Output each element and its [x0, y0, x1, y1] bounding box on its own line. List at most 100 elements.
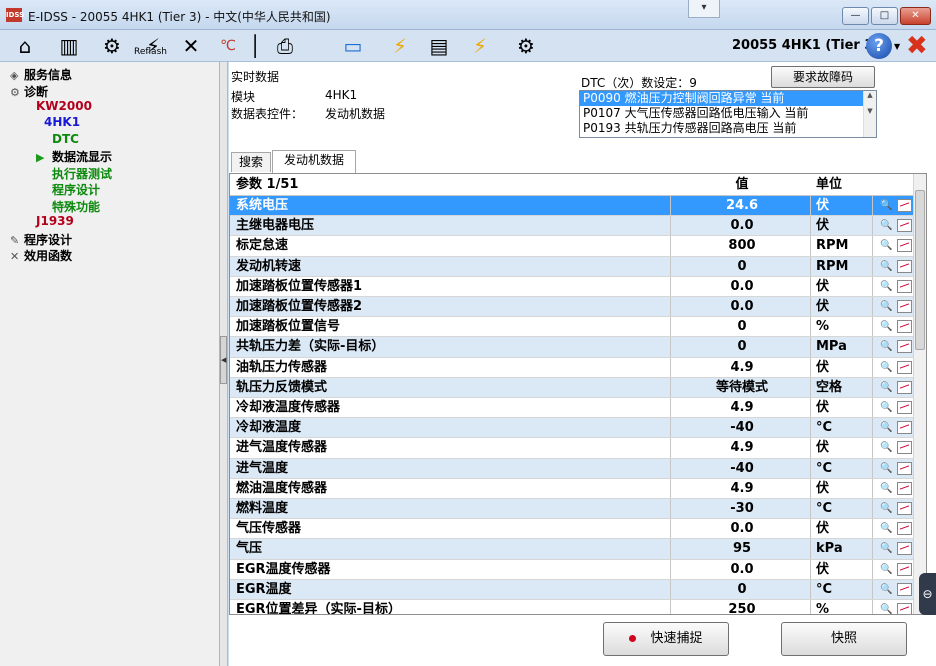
magnifier-icon[interactable]: 🔍	[880, 421, 892, 435]
magnifier-icon[interactable]: 🔍	[880, 462, 892, 476]
tab-engine-data[interactable]: 发动机数据	[272, 150, 356, 173]
column-header-parameter[interactable]: 参数 1/51	[236, 174, 670, 195]
tools-icon[interactable]: ✕	[174, 32, 208, 60]
table-row[interactable]: 加速踏板位置传感器2 0.0 伏 🔍	[230, 297, 914, 318]
tree-item-10[interactable]: ✎ 程序设计	[10, 231, 72, 248]
table-row[interactable]: 系统电压 24.6 伏 🔍	[230, 196, 914, 217]
dtc-item[interactable]: P0090 燃油压力控制阀回路异常 当前	[580, 91, 864, 106]
tree-item-11[interactable]: ✕ 效用函数	[10, 247, 72, 264]
graph-icon[interactable]	[897, 360, 912, 374]
tree-item-6[interactable]: 执行器测试	[52, 165, 112, 182]
graph-icon[interactable]	[897, 239, 912, 253]
graph-icon[interactable]	[897, 502, 912, 515]
table-scrollbar-thumb[interactable]	[915, 190, 925, 350]
table-row[interactable]: EGR温度 0 °C 🔍	[230, 579, 914, 600]
engine-icon-2[interactable]: ⚙	[508, 32, 544, 60]
graph-icon[interactable]	[897, 219, 912, 233]
bolt-icon[interactable]: ⚡	[378, 32, 422, 60]
tree-item-7[interactable]: 程序设计	[52, 181, 100, 198]
table-row[interactable]: EGR位置差异（实际-目标） 250% 🔍	[230, 600, 914, 614]
table-row[interactable]: 共轨压力差（实际-目标） 0 MPa 🔍	[230, 337, 914, 358]
dtc-item[interactable]: P0193 共轨压力传感器回路高电压 当前	[580, 121, 864, 136]
dtc-item[interactable]: P0107 大气压传感器回路低电压输入 当前	[580, 106, 864, 121]
maximize-button[interactable]: □	[871, 7, 898, 25]
column-header-unit[interactable]: 单位	[814, 174, 872, 195]
magnifier-icon[interactable]: 🔍	[880, 441, 892, 455]
graph-icon[interactable]	[897, 279, 912, 293]
graph-icon[interactable]	[897, 461, 912, 475]
graph-icon[interactable]	[897, 562, 912, 576]
device-icon[interactable]: ▤	[426, 32, 452, 60]
snapshot-button[interactable]: 快照	[781, 622, 907, 656]
column-header-value[interactable]: 值	[674, 174, 810, 195]
pin-icon[interactable]: │	[246, 32, 264, 60]
table-row[interactable]: 气压传感器 0.0 伏 🔍	[230, 519, 914, 540]
magnifier-icon[interactable]: 🔍	[880, 583, 892, 597]
table-row[interactable]: 加速踏板位置信号 0% 🔍	[230, 317, 914, 338]
request-fault-codes-button[interactable]: 要求故障码	[771, 66, 875, 88]
title-dropdown-button[interactable]: ▾	[688, 0, 720, 18]
graph-icon[interactable]	[897, 340, 912, 354]
magnifier-icon[interactable]: 🔍	[880, 522, 892, 536]
graph-icon[interactable]	[897, 380, 912, 394]
printer-icon[interactable]: ⎙	[270, 32, 300, 60]
graph-icon[interactable]	[897, 259, 912, 273]
graph-icon[interactable]	[897, 320, 912, 334]
help-menu-arrow-icon[interactable]: ▼	[894, 42, 900, 51]
magnifier-icon[interactable]: 🔍	[880, 260, 892, 274]
temperature-icon[interactable]: ℃	[214, 32, 242, 60]
magnifier-icon[interactable]: 🔍	[880, 219, 892, 233]
bolt-icon-2[interactable]: ⚡	[458, 32, 502, 60]
quick-capture-button[interactable]: 快速捕捉	[603, 622, 729, 656]
table-row[interactable]: 燃料温度 -30 °C 🔍	[230, 499, 914, 520]
magnifier-icon[interactable]: 🔍	[880, 502, 892, 516]
graph-icon[interactable]	[897, 582, 912, 596]
help-icon[interactable]: ?	[866, 33, 892, 59]
tree-item-9[interactable]: J1939	[36, 214, 74, 228]
laptop-icon[interactable]: ▭	[334, 32, 372, 60]
panel-splitter[interactable]: ◀	[220, 62, 228, 666]
minimize-button[interactable]: —	[842, 7, 869, 25]
table-row[interactable]: 主继电器电压 0.0 伏 🔍	[230, 216, 914, 237]
close-button[interactable]: ✕	[900, 7, 931, 25]
graph-icon[interactable]	[897, 603, 912, 614]
graph-icon[interactable]	[897, 401, 912, 414]
graph-icon[interactable]	[897, 199, 912, 212]
graph-icon[interactable]	[897, 300, 912, 313]
graph-icon[interactable]	[897, 522, 912, 536]
edge-panel-handle[interactable]: ⊖	[919, 573, 936, 615]
magnifier-icon[interactable]: 🔍	[880, 340, 892, 354]
table-row[interactable]: 标定怠速 800 RPM 🔍	[230, 236, 914, 257]
tab-search[interactable]: 搜索	[231, 152, 271, 172]
magnifier-icon[interactable]: 🔍	[880, 401, 892, 415]
tree-item-4[interactable]: DTC	[52, 132, 79, 146]
magnifier-icon[interactable]: 🔍	[880, 300, 892, 314]
table-row[interactable]: 轨压力反馈模式 等待模式 空格 🔍	[230, 377, 914, 398]
magnifier-icon[interactable]: 🔍	[880, 280, 892, 294]
graph-icon[interactable]	[897, 421, 912, 435]
magnifier-icon[interactable]: 🔍	[880, 563, 892, 577]
magnifier-icon[interactable]: 🔍	[880, 361, 892, 375]
dtc-list[interactable]: P0090 燃油压力控制阀回路异常 当前 P0107 大气压传感器回路低电压输入 …	[579, 90, 877, 138]
magnifier-icon[interactable]: 🔍	[880, 603, 892, 614]
collapse-arrow-icon[interactable]: ◀	[220, 336, 227, 384]
table-row[interactable]: 进气温度 -40 °C 🔍	[230, 458, 914, 479]
table-row[interactable]: 燃油温度传感器 4.9 伏 🔍	[230, 478, 914, 499]
tree-item-1[interactable]: ⚙ 诊断	[10, 83, 48, 100]
tree-item-0[interactable]: ◈ 服务信息	[10, 66, 72, 83]
graph-icon[interactable]	[897, 441, 912, 455]
tree-item-2[interactable]: KW2000	[36, 99, 92, 113]
table-scrollbar[interactable]	[913, 174, 926, 614]
magnifier-icon[interactable]: 🔍	[880, 199, 892, 213]
book-icon[interactable]: ▥	[50, 32, 88, 60]
table-row[interactable]: 油轨压力传感器 4.9 伏 🔍	[230, 357, 914, 378]
table-row[interactable]: 加速踏板位置传感器1 0.0 伏 🔍	[230, 276, 914, 297]
table-row[interactable]: 气压 95 kPa 🔍	[230, 539, 914, 560]
tree-item-5[interactable]: ▶ 数据流显示	[36, 148, 112, 165]
dtc-list-scrollbar[interactable]: ▲ ▼	[863, 91, 876, 137]
tree-item-8[interactable]: 特殊功能	[52, 198, 100, 215]
magnifier-icon[interactable]: 🔍	[880, 320, 892, 334]
table-row[interactable]: 进气温度传感器 4.9 伏 🔍	[230, 438, 914, 459]
table-row[interactable]: EGR温度传感器 0.0 伏 🔍	[230, 559, 914, 580]
graph-icon[interactable]	[897, 542, 912, 556]
